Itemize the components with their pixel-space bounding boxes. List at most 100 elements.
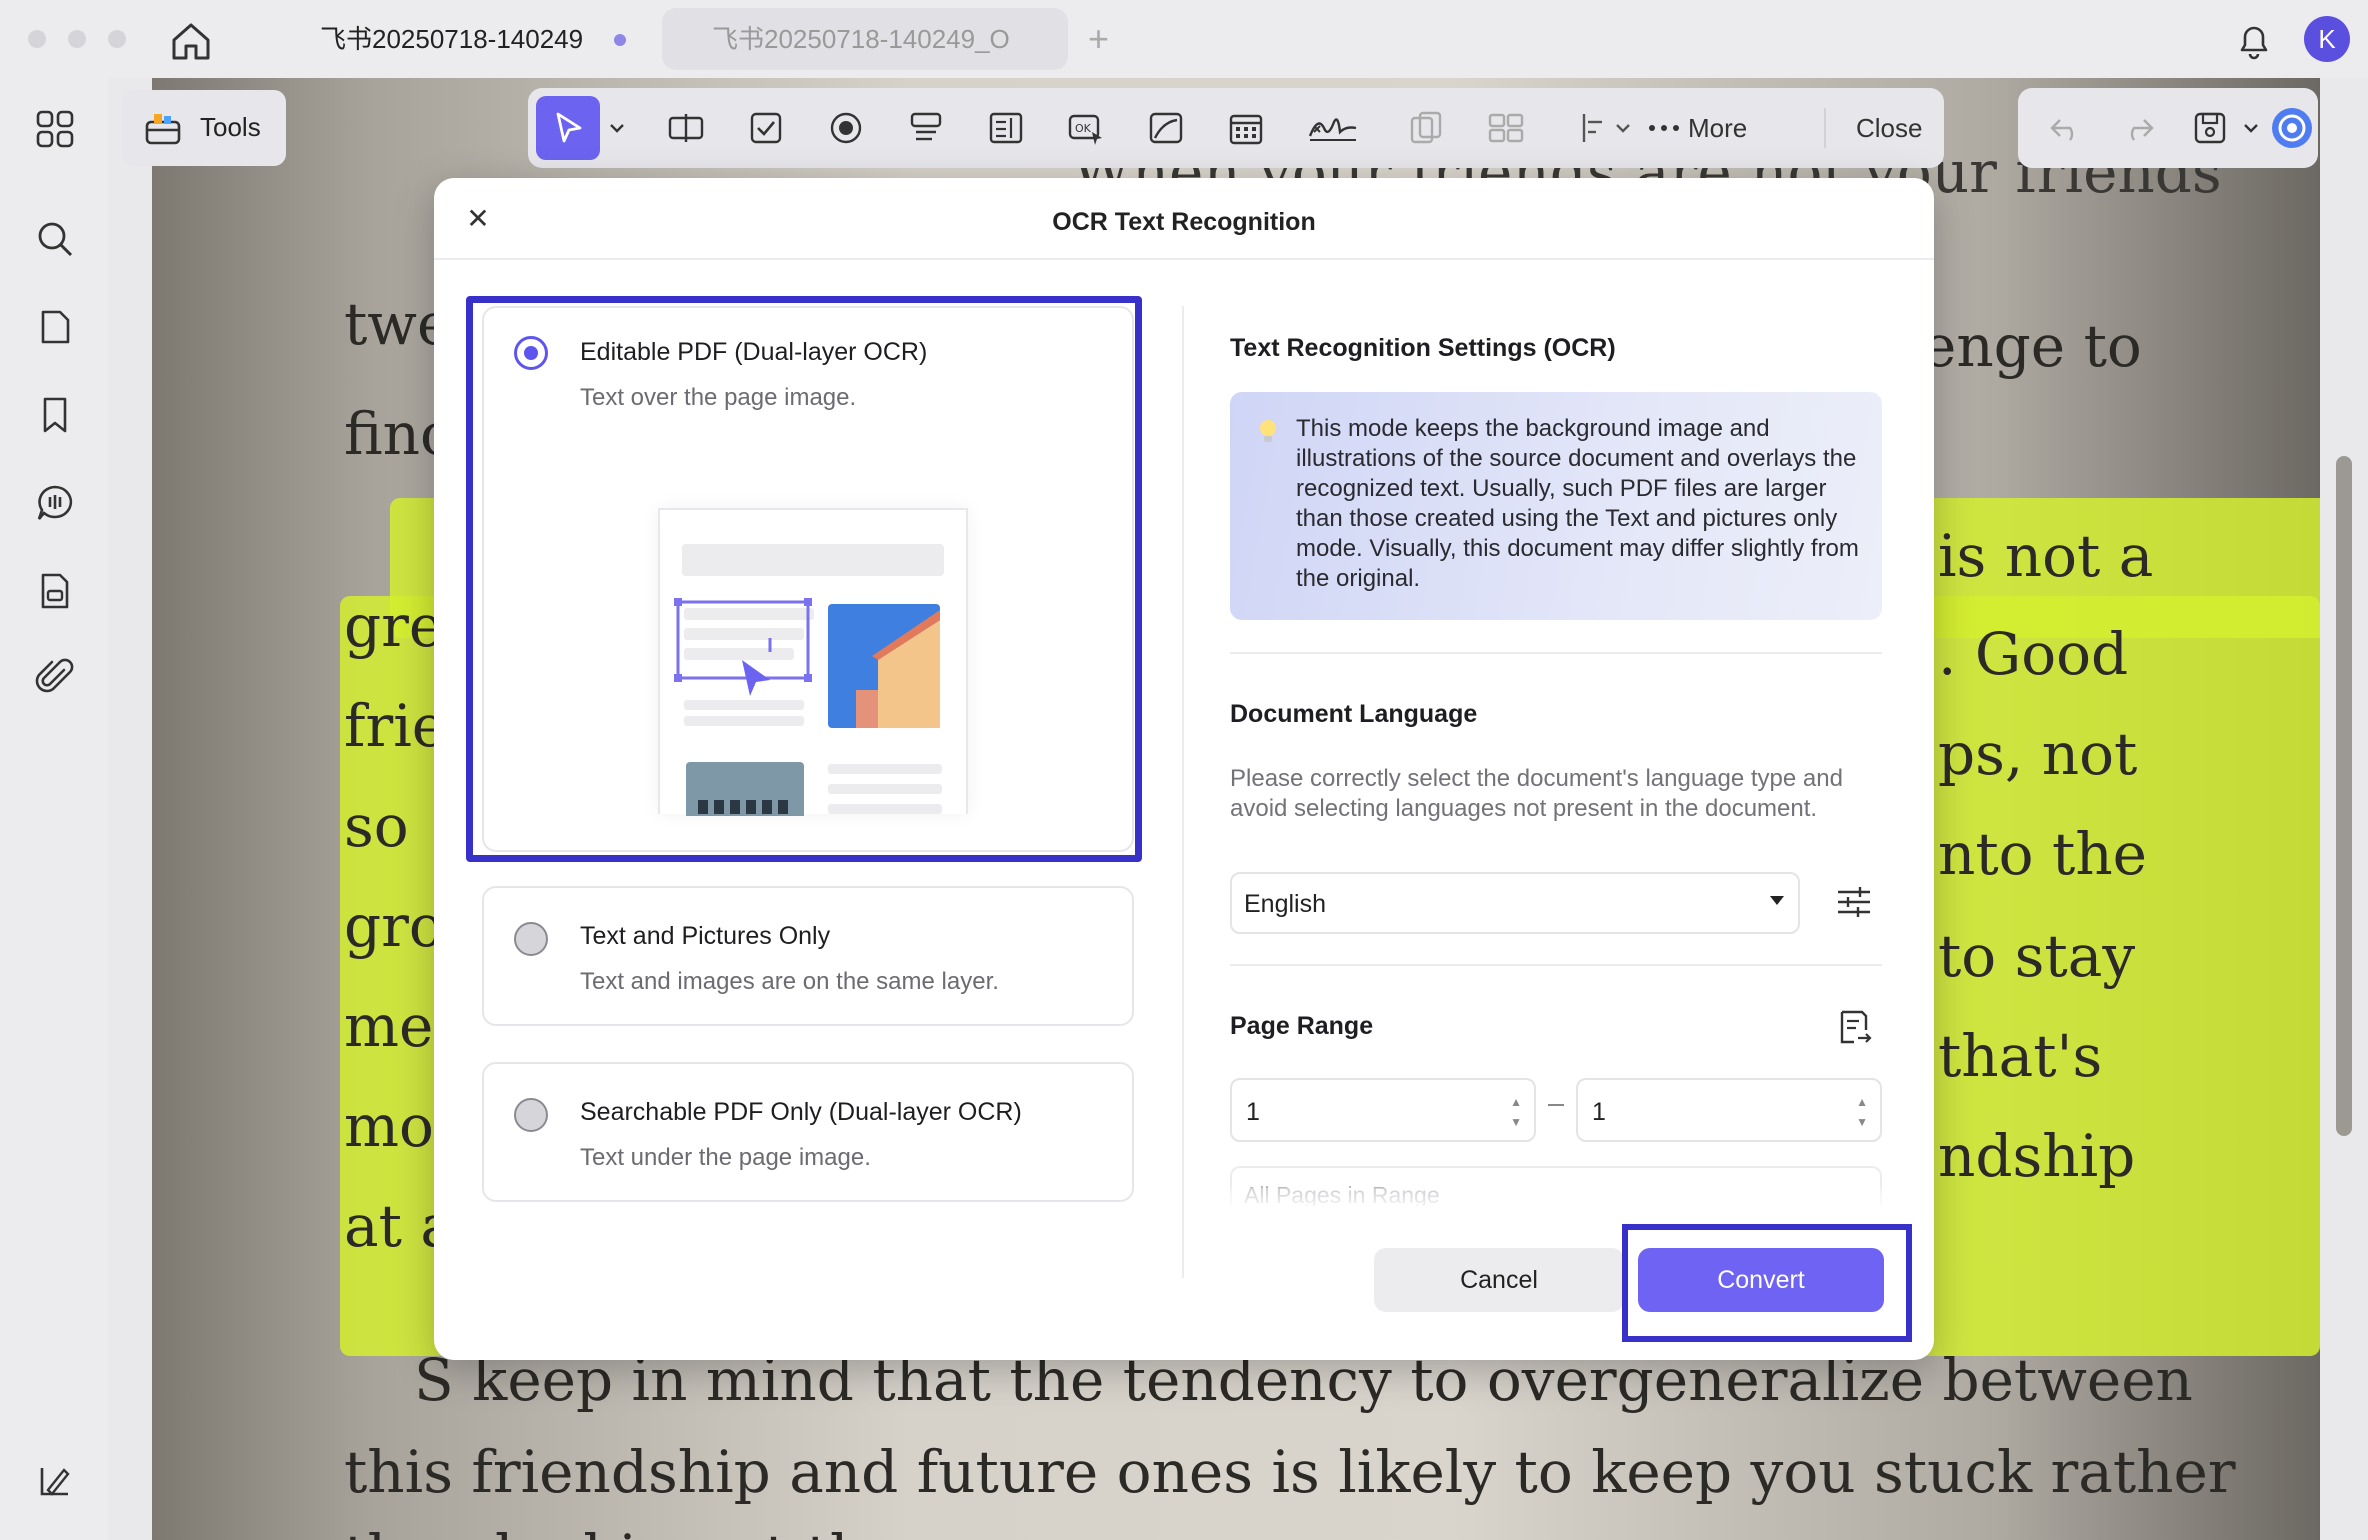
- option-text-and-pictures[interactable]: Text and Pictures Only Text and images a…: [482, 886, 1134, 1026]
- calendar-icon[interactable]: [1226, 108, 1266, 148]
- unsaved-dot-icon: [614, 34, 626, 46]
- radio-text-and-pictures[interactable]: [514, 922, 548, 956]
- chevron-down-icon[interactable]: [606, 108, 628, 148]
- tab-document-ocr[interactable]: 飞书20250718-140249_O: [662, 8, 1068, 70]
- comment-icon[interactable]: [34, 482, 76, 524]
- doc-line: . Good: [1938, 620, 2129, 688]
- tab-label: 飞书20250718-140249: [320, 24, 584, 54]
- sliders-icon[interactable]: [1834, 882, 1874, 922]
- attachment-icon[interactable]: [34, 656, 76, 698]
- doc-line: me: [344, 992, 434, 1060]
- more-button[interactable]: More: [1688, 113, 1747, 144]
- convert-button[interactable]: Convert: [1638, 1248, 1884, 1312]
- section-divider: [1230, 964, 1882, 966]
- image-field-icon[interactable]: [1146, 108, 1186, 148]
- language-title: Document Language: [1230, 700, 1478, 728]
- doc-line: that's: [1938, 1022, 2103, 1090]
- radio-searchable-pdf[interactable]: [514, 1098, 548, 1132]
- combo-box-icon[interactable]: [906, 108, 946, 148]
- undo-icon[interactable]: [2046, 108, 2086, 148]
- option-description: Text over the page image.: [580, 384, 857, 411]
- align-dropdown-chevron-icon[interactable]: [1612, 108, 1634, 148]
- page-range-title: Page Range: [1230, 1012, 1374, 1040]
- doc-line: frie: [344, 692, 447, 760]
- avatar[interactable]: K: [2304, 16, 2350, 62]
- panel-divider: [1182, 306, 1184, 1278]
- option-name: Text and Pictures Only: [580, 922, 831, 950]
- tools-button[interactable]: Tools: [122, 90, 286, 166]
- window-zoom-control[interactable]: [108, 30, 126, 48]
- text-field-icon[interactable]: [666, 108, 706, 148]
- tab-document[interactable]: 飞书20250718-140249: [270, 8, 650, 70]
- doc-line: this friendship and future ones is likel…: [344, 1438, 2236, 1506]
- stamp-document-icon[interactable]: [34, 570, 76, 612]
- tab-label: 飞书20250718-140249_O: [712, 24, 1010, 54]
- left-sidebar: [0, 78, 108, 1540]
- option-editable-pdf[interactable]: Editable PDF (Dual-layer OCR) Text over …: [482, 306, 1134, 852]
- list-box-icon[interactable]: [986, 108, 1026, 148]
- doc-line: ps, not: [1938, 720, 2138, 788]
- language-value: English: [1244, 890, 1326, 918]
- window-minimize-control[interactable]: [68, 30, 86, 48]
- range-to-value: 1: [1592, 1098, 1606, 1126]
- new-tab-plus-icon[interactable]: +: [1088, 18, 1109, 60]
- doc-line: gro: [344, 892, 444, 960]
- ocr-dialog: ✕ OCR Text Recognition Editable PDF (Dua…: [434, 178, 1934, 1360]
- home-icon[interactable]: [168, 18, 214, 64]
- align-icon[interactable]: [1576, 108, 1616, 148]
- redo-icon[interactable]: [2118, 108, 2158, 148]
- apps-grid-icon[interactable]: [34, 108, 76, 150]
- doc-line: ndship: [1938, 1122, 2136, 1190]
- title-bar: 飞书20250718-140249 飞书20250718-140249_O + …: [0, 0, 2368, 78]
- bookmark-icon[interactable]: [34, 394, 76, 436]
- right-toolbar: [2018, 88, 2318, 168]
- sidebar-toggle-icon[interactable]: [34, 1460, 76, 1502]
- window-close-control[interactable]: [28, 30, 46, 48]
- radio-editable-pdf[interactable]: [514, 336, 548, 370]
- save-icon[interactable]: [2190, 108, 2230, 148]
- doc-line: is not a: [1938, 522, 2154, 590]
- section-divider: [1230, 652, 1882, 654]
- duplicate-icon[interactable]: [1406, 108, 1446, 148]
- grid-layout-icon[interactable]: [1486, 108, 1526, 148]
- dialog-title: OCR Text Recognition: [1052, 208, 1316, 236]
- ok-button-icon[interactable]: OK: [1066, 108, 1106, 148]
- page-illustration-icon: [674, 544, 944, 822]
- doc-line: to stay: [1938, 922, 2136, 990]
- ai-assistant-icon[interactable]: [2270, 106, 2314, 150]
- doc-line: enge to: [1922, 312, 2142, 380]
- edit-toolbar: OK More Close: [528, 88, 1944, 168]
- select-tool-button[interactable]: [536, 96, 600, 160]
- page-icon[interactable]: [34, 306, 76, 348]
- header-divider: [434, 258, 1934, 260]
- scroll-fade: [1214, 1188, 1904, 1212]
- mode-info-box: This mode keeps the background image and…: [1230, 392, 1882, 620]
- stepper-arrows-icon[interactable]: ▲ ▼: [1510, 1092, 1522, 1132]
- close-toolbar-button[interactable]: Close: [1856, 113, 1922, 144]
- option-name: Searchable PDF Only (Dual-layer OCR): [580, 1098, 1022, 1126]
- range-from-input[interactable]: 1 ▲ ▼: [1230, 1078, 1536, 1142]
- doc-line: than looking at the: [344, 1522, 901, 1540]
- bell-icon[interactable]: [2232, 18, 2276, 62]
- doc-line: so: [344, 792, 409, 860]
- page-range-swap-icon[interactable]: [1834, 1008, 1874, 1048]
- caret-down-icon: [1770, 896, 1784, 905]
- doc-line: nto the: [1938, 820, 2148, 888]
- language-select[interactable]: English: [1230, 872, 1800, 934]
- radio-button-icon[interactable]: [826, 108, 866, 148]
- checkbox-icon[interactable]: [746, 108, 786, 148]
- range-to-input[interactable]: 1 ▲ ▼: [1576, 1078, 1882, 1142]
- settings-title: Text Recognition Settings (OCR): [1230, 334, 1616, 362]
- option-description: Text under the page image.: [580, 1144, 871, 1171]
- save-dropdown-chevron-icon[interactable]: [2240, 108, 2262, 148]
- mode-info-text: This mode keeps the background image and…: [1296, 415, 1859, 592]
- option-description: Text and images are on the same layer.: [580, 968, 999, 995]
- toolbar-divider: [1824, 108, 1826, 148]
- scrollbar[interactable]: [2336, 456, 2352, 1136]
- search-icon[interactable]: [34, 218, 76, 260]
- more-dots-icon[interactable]: [1646, 108, 1682, 148]
- stepper-arrows-icon[interactable]: ▲ ▼: [1856, 1092, 1868, 1132]
- signature-icon[interactable]: [1306, 108, 1360, 148]
- cancel-button[interactable]: Cancel: [1374, 1248, 1624, 1312]
- option-searchable-pdf[interactable]: Searchable PDF Only (Dual-layer OCR) Tex…: [482, 1062, 1134, 1202]
